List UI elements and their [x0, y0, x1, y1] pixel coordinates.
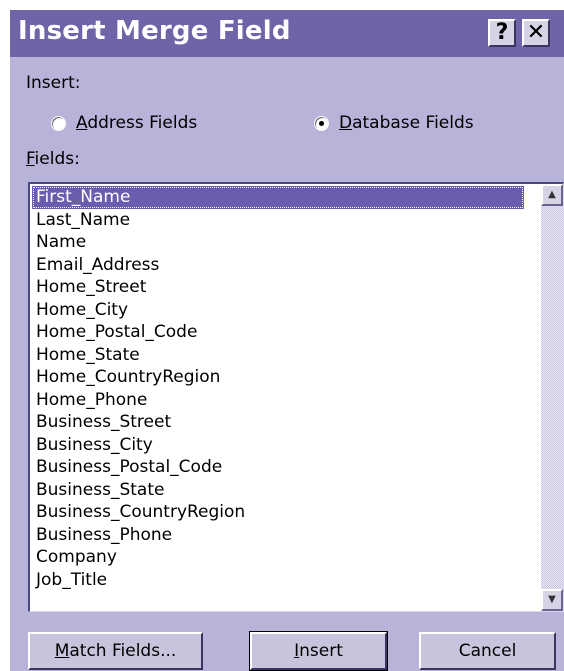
field-list-item[interactable]: Job_Title — [32, 569, 524, 592]
field-list-item[interactable]: Business_State — [32, 479, 524, 502]
fields-label: Fields: — [26, 149, 80, 169]
field-list-item[interactable]: Last_Name — [32, 209, 524, 232]
field-list-item[interactable]: Business_Postal_Code — [32, 456, 524, 479]
radio-checked-icon[interactable] — [314, 115, 329, 131]
field-list-item[interactable]: Home_Postal_Code — [32, 321, 524, 344]
title-bar[interactable]: Insert Merge Field ? ✕ — [10, 10, 564, 57]
field-list-item[interactable]: Home_Phone — [32, 389, 524, 412]
help-button[interactable]: ? — [488, 19, 516, 47]
address-fields-label: Address Fields — [76, 113, 198, 133]
field-list-item[interactable]: Home_State — [32, 344, 524, 367]
match-fields-button[interactable]: Match Fields... — [28, 632, 203, 670]
radio-unchecked-icon[interactable] — [51, 115, 66, 131]
insert-label: Insert: — [26, 73, 81, 93]
dialog-title: Insert Merge Field — [18, 16, 291, 46]
field-list-item[interactable]: Home_CountryRegion — [32, 366, 524, 389]
field-list-item[interactable]: Name — [32, 231, 524, 254]
field-list-item[interactable]: Home_City — [32, 299, 524, 322]
field-list-item[interactable]: Home_Street — [32, 276, 524, 299]
field-list-item[interactable]: Company — [32, 546, 524, 569]
fields-scrollbar[interactable]: ▲ ▼ — [541, 184, 563, 611]
scroll-up-arrow-icon[interactable]: ▲ — [541, 184, 563, 206]
field-list-item[interactable]: Business_Street — [32, 411, 524, 434]
scroll-down-arrow-icon[interactable]: ▼ — [541, 589, 563, 611]
field-list-item[interactable]: Business_City — [32, 434, 524, 457]
database-fields-radio[interactable]: Database Fields — [314, 113, 474, 133]
field-list-item[interactable]: Business_CountryRegion — [32, 501, 524, 524]
question-mark-icon: ? — [495, 20, 509, 45]
fields-list: First_Name Last_Name Name Email_Address Home… — [32, 186, 524, 591]
close-button[interactable]: ✕ — [522, 19, 550, 47]
cancel-button[interactable]: Cancel — [419, 632, 556, 670]
fields-listbox[interactable]: First_Name Last_Name Name Email_Address Home… — [28, 182, 564, 612]
insert-merge-field-dialog: Insert Merge Field ? ✕ Insert: Address F… — [10, 10, 564, 671]
field-list-item[interactable]: First_Name — [32, 186, 524, 209]
field-list-item[interactable]: Email_Address — [32, 254, 524, 277]
insert-button[interactable]: Insert — [249, 631, 388, 671]
database-fields-label: Database Fields — [339, 113, 474, 133]
field-list-item[interactable]: Business_Phone — [32, 524, 524, 547]
close-icon: ✕ — [526, 20, 546, 45]
address-fields-radio[interactable]: Address Fields — [51, 113, 197, 133]
